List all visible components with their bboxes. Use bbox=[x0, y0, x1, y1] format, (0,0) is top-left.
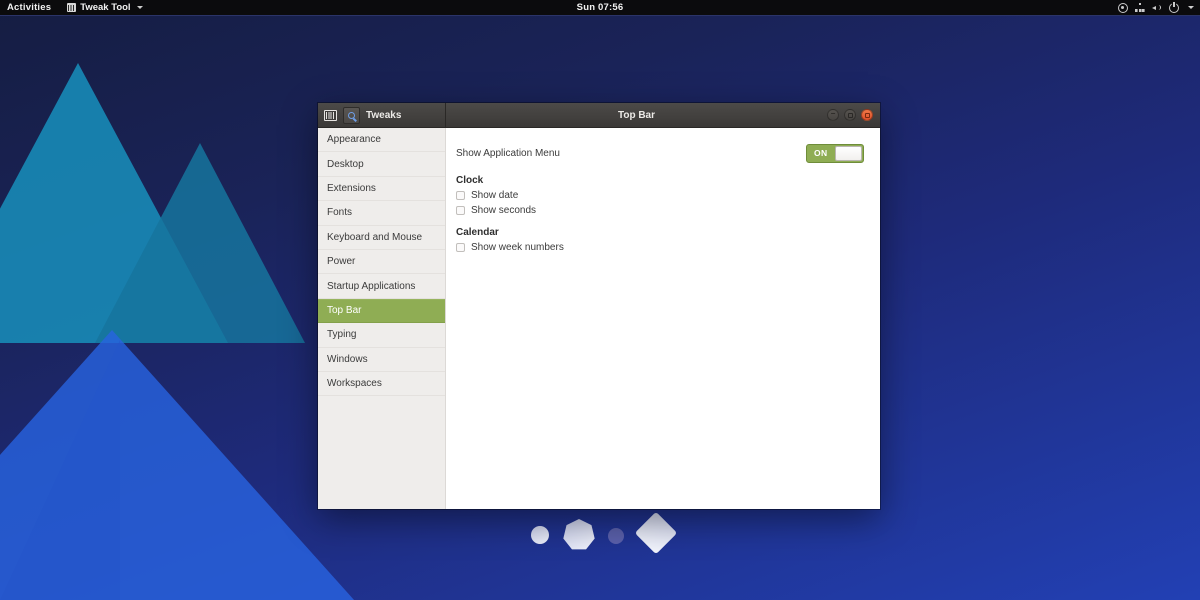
decor-diamond-icon bbox=[635, 512, 677, 554]
sidebar-item-label: Desktop bbox=[327, 159, 364, 170]
show-date-checkbox[interactable] bbox=[456, 191, 465, 200]
sidebar-item-keyboard-and-mouse[interactable]: Keyboard and Mouse bbox=[318, 226, 445, 250]
sidebar-item-extensions[interactable]: Extensions bbox=[318, 177, 445, 201]
toggle-state-label: ON bbox=[814, 148, 828, 158]
sidebar-item-label: Power bbox=[327, 256, 355, 267]
sidebar-item-label: Keyboard and Mouse bbox=[327, 232, 422, 243]
show-application-menu-label: Show Application Menu bbox=[456, 148, 560, 159]
sidebar-item-label: Windows bbox=[327, 354, 368, 365]
sidebar-item-label: Top Bar bbox=[327, 305, 361, 316]
decor-circle-dim-icon bbox=[608, 528, 624, 544]
minimize-icon: − bbox=[831, 110, 836, 118]
sidebar-item-startup-applications[interactable]: Startup Applications bbox=[318, 274, 445, 298]
calendar-section-header: Calendar bbox=[456, 227, 864, 238]
show-application-menu-toggle[interactable]: ON bbox=[806, 144, 864, 163]
clock-section-header: Clock bbox=[456, 175, 864, 186]
maximize-icon bbox=[848, 113, 853, 118]
window-body: Appearance Desktop Extensions Fonts Keyb… bbox=[318, 128, 880, 509]
window-title: Top Bar bbox=[446, 103, 827, 127]
sidebar-item-top-bar[interactable]: Top Bar bbox=[318, 299, 445, 323]
sidebar-item-label: Startup Applications bbox=[327, 281, 415, 292]
app-name-label: Tweaks bbox=[366, 110, 401, 121]
close-icon bbox=[865, 113, 870, 118]
app-menu-label: Tweak Tool bbox=[80, 2, 130, 13]
show-week-numbers-checkbox[interactable] bbox=[456, 243, 465, 252]
close-button[interactable] bbox=[861, 109, 873, 121]
window-controls: − bbox=[827, 103, 880, 127]
show-date-label: Show date bbox=[471, 190, 518, 201]
sidebar: Appearance Desktop Extensions Fonts Keyb… bbox=[318, 128, 446, 509]
show-seconds-checkbox[interactable] bbox=[456, 206, 465, 215]
minimize-button[interactable]: − bbox=[827, 109, 839, 121]
accessibility-icon[interactable] bbox=[1118, 3, 1128, 13]
decor-heptagon-icon bbox=[563, 519, 595, 551]
clock-button[interactable]: Sun 07:56 bbox=[577, 2, 624, 13]
search-icon bbox=[348, 112, 355, 119]
network-icon[interactable] bbox=[1135, 3, 1145, 13]
sidebar-item-appearance[interactable]: Appearance bbox=[318, 128, 445, 152]
toggle-knob bbox=[835, 146, 862, 161]
sidebar-item-windows[interactable]: Windows bbox=[318, 348, 445, 372]
show-week-numbers-label: Show week numbers bbox=[471, 242, 564, 253]
sidebar-item-workspaces[interactable]: Workspaces bbox=[318, 372, 445, 396]
show-seconds-row[interactable]: Show seconds bbox=[456, 205, 864, 216]
sidebar-item-label: Workspaces bbox=[327, 378, 382, 389]
volume-icon[interactable] bbox=[1152, 3, 1162, 13]
sidebar-item-label: Typing bbox=[327, 329, 356, 340]
show-date-row[interactable]: Show date bbox=[456, 190, 864, 201]
decor-circle-small-icon bbox=[531, 526, 549, 544]
status-chevron-down-icon[interactable] bbox=[1188, 6, 1194, 9]
sidebar-item-fonts[interactable]: Fonts bbox=[318, 201, 445, 225]
sidebar-item-desktop[interactable]: Desktop bbox=[318, 152, 445, 176]
sidebar-item-typing[interactable]: Typing bbox=[318, 323, 445, 347]
gnome-top-bar: Activities Tweak Tool Sun 07:56 bbox=[0, 0, 1200, 16]
power-icon[interactable] bbox=[1169, 3, 1179, 13]
activities-button[interactable]: Activities bbox=[7, 2, 51, 13]
maximize-button[interactable] bbox=[844, 109, 856, 121]
sidebar-item-label: Fonts bbox=[327, 207, 352, 218]
chevron-down-icon bbox=[137, 6, 143, 9]
sidebar-item-power[interactable]: Power bbox=[318, 250, 445, 274]
status-menu-button[interactable] bbox=[1118, 3, 1194, 13]
window-headerbar: Tweaks Top Bar − bbox=[318, 103, 880, 128]
sidebar-item-label: Extensions bbox=[327, 183, 376, 194]
show-seconds-label: Show seconds bbox=[471, 205, 536, 216]
settings-content-panel: Show Application Menu ON Clock Show date… bbox=[446, 128, 880, 509]
search-button[interactable] bbox=[343, 107, 360, 124]
app-menu-button[interactable]: Tweak Tool bbox=[67, 2, 142, 13]
show-application-menu-row: Show Application Menu ON bbox=[456, 142, 864, 164]
show-week-numbers-row[interactable]: Show week numbers bbox=[456, 242, 864, 253]
sidebar-item-label: Appearance bbox=[327, 134, 381, 145]
tweaks-window: Tweaks Top Bar − Appearance Desktop Ext bbox=[318, 103, 880, 509]
tweak-tool-app-icon bbox=[67, 3, 76, 12]
headerbar-left-section: Tweaks bbox=[318, 103, 446, 127]
app-keyboard-icon bbox=[324, 110, 337, 121]
